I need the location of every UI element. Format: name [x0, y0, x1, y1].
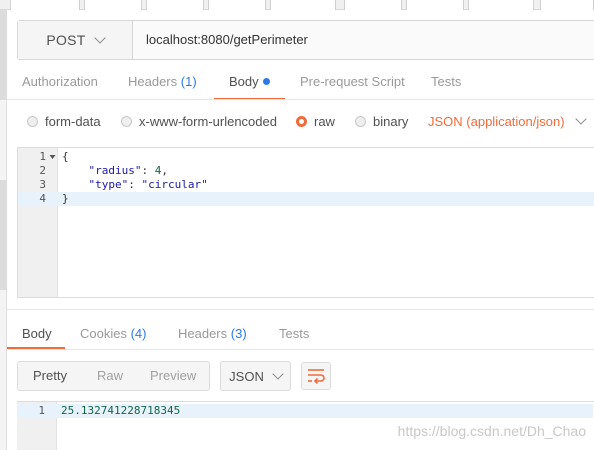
radio-form-data[interactable]: form-data — [27, 114, 101, 129]
code-line-active: 4 } — [18, 192, 594, 206]
radio-raw[interactable]: raw — [296, 114, 335, 129]
response-tab-cookies[interactable]: Cookies (4) — [80, 326, 146, 341]
top-tab[interactable] — [344, 0, 402, 10]
body-type-options: form-data x-www-form-urlencoded raw bina… — [0, 108, 594, 136]
divider — [7, 349, 594, 350]
code-text: { — [62, 150, 69, 163]
code-text: "radius": 4, — [62, 164, 168, 178]
pretty-button[interactable]: Pretty — [33, 362, 67, 390]
response-tab-headers-label: Headers — [178, 326, 228, 341]
response-format-label: JSON — [229, 368, 264, 384]
divider — [7, 309, 594, 310]
line-number: 1 — [39, 150, 46, 163]
json-trailing: , — [161, 164, 168, 177]
radio-checked-icon — [296, 116, 307, 127]
tab-tests[interactable]: Tests — [431, 74, 461, 89]
preview-button[interactable]: Preview — [150, 362, 196, 390]
url-input[interactable]: localhost:8080/getPerimeter — [146, 21, 308, 59]
response-tab-cookies-count: (4) — [130, 326, 147, 341]
line-number: 3 — [39, 178, 46, 191]
radio-raw-label: raw — [314, 114, 335, 129]
response-tab-headers[interactable]: Headers (3) — [178, 326, 247, 341]
method-dropdown[interactable]: POST — [18, 21, 133, 59]
method-label: POST — [46, 32, 86, 48]
json-key: "type" — [88, 178, 129, 191]
postman-window: POST localhost:8080/getPerimeter Authori… — [0, 0, 594, 450]
code-line: 3 "type": "circular" — [18, 178, 594, 192]
top-tab[interactable] — [84, 0, 142, 10]
content-type-dropdown[interactable]: JSON (application/json) — [428, 113, 587, 129]
line-number: 4 — [39, 192, 46, 205]
response-tab-cookies-label: Cookies — [80, 326, 127, 341]
view-mode-group: Pretty Raw Preview — [17, 361, 210, 391]
code-line-active: 1 25.132741228718345 — [17, 404, 593, 418]
radio-icon — [121, 116, 132, 127]
tab-pre-request-script[interactable]: Pre-request Script — [300, 74, 405, 89]
tab-authorization[interactable]: Authorization — [22, 74, 98, 89]
request-tabs: Authorization Headers (1) Body Pre-reque… — [0, 64, 594, 100]
top-tab[interactable] — [146, 0, 204, 10]
radio-binary[interactable]: binary — [355, 114, 408, 129]
radio-icon — [27, 116, 38, 127]
radio-urlencoded-label: x-www-form-urlencoded — [139, 114, 277, 129]
top-tab[interactable] — [468, 0, 534, 10]
wrap-lines-button[interactable] — [301, 362, 331, 390]
radio-urlencoded[interactable]: x-www-form-urlencoded — [121, 114, 277, 129]
json-separator: : — [141, 164, 155, 177]
json-separator: : — [128, 178, 142, 191]
code-text: } — [62, 192, 69, 205]
json-value: "circular" — [141, 178, 208, 191]
code-text: "type": "circular" — [62, 178, 208, 192]
watermark: https://blog.csdn.net/Dh_Chao — [397, 423, 586, 439]
request-url-bar: POST localhost:8080/getPerimeter — [17, 20, 594, 60]
fold-arrow-icon[interactable] — [49, 150, 56, 164]
modified-dot-icon — [262, 78, 270, 85]
top-tab[interactable] — [270, 0, 336, 10]
response-tab-tests[interactable]: Tests — [279, 326, 309, 341]
request-body-editor[interactable]: 1 { 2 "radius": 4, 3 "type": "circular" … — [17, 147, 594, 298]
content-type-label: JSON (application/json) — [428, 114, 565, 129]
chevron-down-icon — [93, 31, 106, 44]
tab-body[interactable]: Body — [229, 74, 270, 89]
response-tab-headers-count: (3) — [230, 326, 247, 341]
radio-icon — [355, 116, 366, 127]
chevron-down-icon — [272, 367, 284, 380]
response-value: 25.132741228718345 — [61, 404, 181, 417]
radio-binary-label: binary — [373, 114, 409, 129]
tab-headers[interactable]: Headers (1) — [128, 74, 197, 89]
tab-headers-count: (1) — [180, 74, 197, 89]
radio-form-data-label: form-data — [45, 114, 101, 129]
top-tab[interactable] — [540, 0, 594, 10]
top-tab[interactable] — [406, 0, 464, 10]
top-tab[interactable] — [10, 0, 80, 10]
wrap-lines-icon — [308, 369, 325, 385]
line-number: 2 — [39, 164, 46, 177]
divider — [7, 99, 594, 100]
top-tab-strip — [0, 0, 594, 10]
sidebar-edge-segment — [0, 180, 7, 290]
code-line: 2 "radius": 4, — [18, 164, 594, 178]
response-tab-body[interactable]: Body — [22, 326, 52, 341]
raw-button[interactable]: Raw — [97, 362, 123, 390]
tab-headers-label: Headers — [128, 74, 178, 89]
response-format-dropdown[interactable]: JSON — [220, 361, 291, 391]
tab-body-label: Body — [229, 74, 259, 89]
json-key: "radius" — [88, 164, 142, 177]
line-number: 1 — [38, 404, 45, 417]
top-tab[interactable] — [208, 0, 266, 10]
code-line: 1 { — [18, 150, 594, 164]
chevron-down-icon — [574, 113, 587, 125]
response-tabs: Body Cookies (4) Headers (3) Tests — [0, 316, 594, 350]
